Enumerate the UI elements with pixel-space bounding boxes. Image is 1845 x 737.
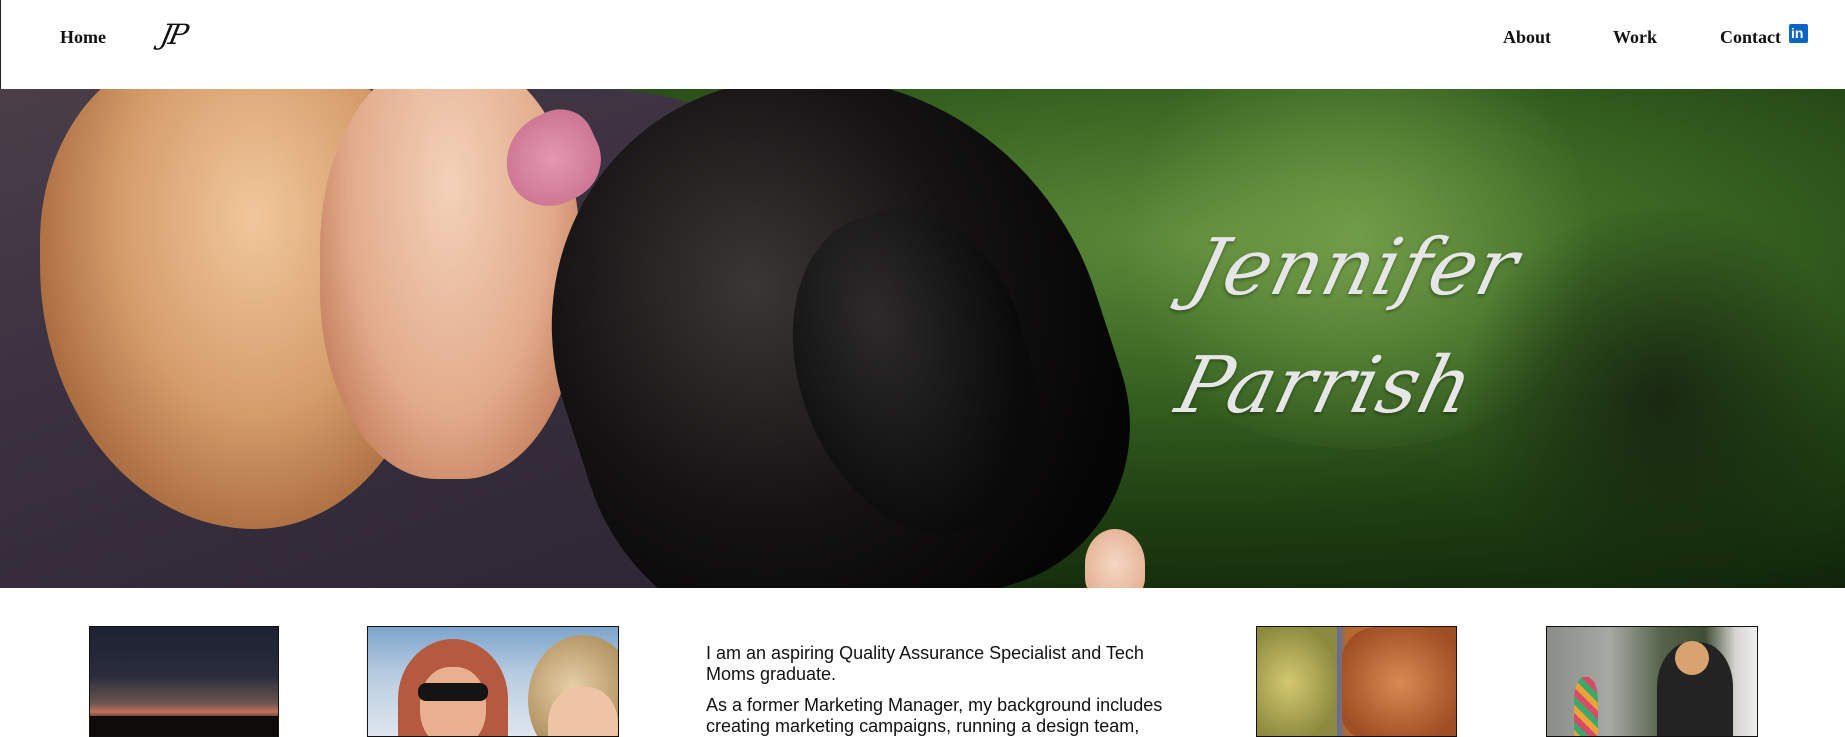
nav-work-link[interactable]: Work (1613, 27, 1657, 48)
jp-logo[interactable]: JP (157, 18, 188, 51)
photo-canyon-tree (1257, 627, 1337, 736)
bio-paragraph-2: As a former Marketing Manager, my backgr… (706, 695, 1163, 736)
photo-selfie (367, 626, 619, 737)
photo-sunset (89, 626, 279, 737)
photo-street-woman-head (1675, 641, 1709, 675)
hero-last-name: Parrish (1167, 341, 1483, 431)
bio-text: I am an aspiring Quality Assurance Speci… (706, 643, 1186, 737)
photo-sunset-rock (90, 716, 278, 736)
photo-street (1546, 626, 1758, 737)
hero-hand (1085, 529, 1145, 588)
nav-home-link[interactable]: Home (60, 27, 106, 48)
hero-first-name: Jennifer (1181, 223, 1528, 313)
linkedin-icon[interactable]: in (1789, 24, 1808, 43)
photo-selfie-sunglasses (418, 683, 488, 701)
photo-selfie-face (420, 667, 486, 736)
hero-banner: Jennifer Parrish (0, 89, 1845, 588)
bio-paragraph-1: I am an aspiring Quality Assurance Speci… (706, 643, 1144, 684)
site-header: Home JP About Work Contact in (0, 0, 1845, 89)
nav-about-link[interactable]: About (1503, 27, 1551, 48)
photo-street-child (1574, 677, 1598, 736)
linkedin-icon-glyph: in (1791, 25, 1804, 41)
hero-name-title: Jennifer Parrish (1121, 209, 1560, 445)
photo-canyon-wall (1342, 627, 1456, 736)
nav-contact-link[interactable]: Contact (1720, 27, 1781, 48)
photo-canyon (1256, 626, 1457, 737)
